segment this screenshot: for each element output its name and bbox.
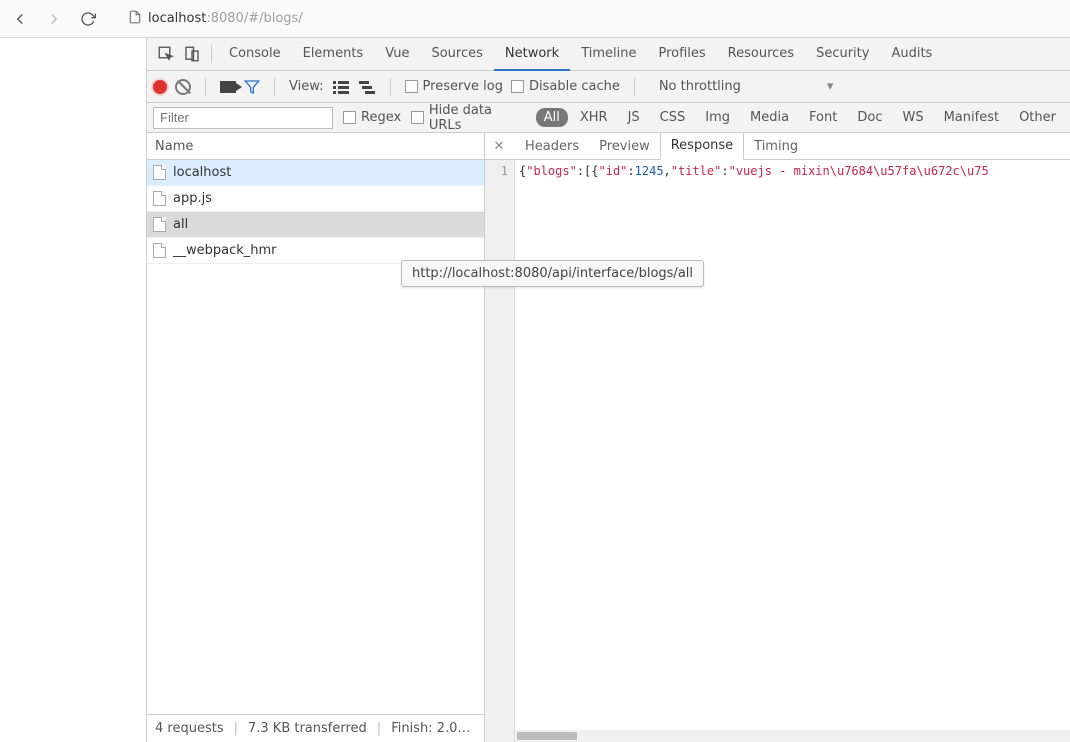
filter-type-media[interactable]: Media xyxy=(742,108,797,127)
request-column-header[interactable]: Name xyxy=(147,133,484,160)
close-icon[interactable]: ✕ xyxy=(489,136,509,156)
divider xyxy=(274,78,275,96)
request-name: all xyxy=(173,217,188,232)
request-name: localhost xyxy=(173,165,231,180)
view-label: View: xyxy=(289,79,324,94)
devtools-tabbar: ConsoleElementsVueSourcesNetworkTimeline… xyxy=(147,38,1070,71)
response-tab-headers[interactable]: Headers xyxy=(515,133,589,160)
filter-type-img[interactable]: Img xyxy=(697,108,738,127)
view-list-icon[interactable] xyxy=(332,80,350,94)
forward-button[interactable] xyxy=(40,5,68,33)
preserve-log-checkbox[interactable]: Preserve log xyxy=(405,79,503,94)
network-body: Name localhost app.js all __webpack_hmr 4 r… xyxy=(147,133,1070,742)
browser-toolbar: localhost :8080 /#/blogs/ xyxy=(0,0,1070,38)
tab-elements[interactable]: Elements xyxy=(292,38,375,71)
tab-security[interactable]: Security xyxy=(805,38,880,71)
request-status-bar: 4 requests | 7.3 KB transferred | Finish… xyxy=(147,714,484,742)
divider xyxy=(211,45,212,63)
response-body: 1 {"blogs":[{"id":1245,"title":"vuejs - … xyxy=(485,160,1070,742)
address-bar[interactable]: localhost :8080 /#/blogs/ xyxy=(128,10,303,28)
filter-type-xhr[interactable]: XHR xyxy=(572,108,616,127)
response-tabbar: ✕ HeadersPreviewResponseTiming xyxy=(485,133,1070,160)
device-icon[interactable] xyxy=(179,41,205,67)
filter-input[interactable] xyxy=(153,107,333,129)
tab-resources[interactable]: Resources xyxy=(717,38,805,71)
inspect-icon[interactable] xyxy=(153,41,179,67)
filter-type-manifest[interactable]: Manifest xyxy=(936,108,1007,127)
hide-data-urls-label: Hide data URLs xyxy=(429,103,526,133)
regex-label: Regex xyxy=(361,110,401,125)
filter-type-doc[interactable]: Doc xyxy=(849,108,890,127)
request-list: localhost app.js all __webpack_hmr xyxy=(147,160,484,714)
tab-audits[interactable]: Audits xyxy=(880,38,943,71)
preserve-log-label: Preserve log xyxy=(423,79,503,94)
status-finish: Finish: 2.0… xyxy=(391,721,470,736)
record-button[interactable] xyxy=(153,80,167,94)
filter-type-ws[interactable]: WS xyxy=(894,108,931,127)
response-tab-timing[interactable]: Timing xyxy=(744,133,808,160)
tab-profiles[interactable]: Profiles xyxy=(647,38,716,71)
divider xyxy=(634,78,635,96)
tab-sources[interactable]: Sources xyxy=(420,38,493,71)
network-toolbar: View: Preserve log Disable cache No thro… xyxy=(147,71,1070,103)
response-tab-preview[interactable]: Preview xyxy=(589,133,660,160)
request-name: app.js xyxy=(173,191,212,206)
line-gutter: 1 xyxy=(485,160,515,742)
url-tooltip: http://localhost:8080/api/interface/blog… xyxy=(401,260,704,287)
capture-screenshot-button[interactable] xyxy=(220,81,236,93)
devtools-panel: ConsoleElementsVueSourcesNetworkTimeline… xyxy=(146,38,1070,742)
status-requests: 4 requests xyxy=(155,721,224,736)
hide-data-urls-checkbox[interactable]: Hide data URLs xyxy=(411,103,526,133)
throttling-select[interactable]: No throttling ▾ xyxy=(649,79,844,94)
back-button[interactable] xyxy=(6,5,34,33)
tab-network[interactable]: Network xyxy=(494,38,570,71)
disable-cache-label: Disable cache xyxy=(529,79,620,94)
filter-type-js[interactable]: JS xyxy=(620,108,648,127)
request-row[interactable]: localhost xyxy=(147,160,484,186)
reload-button[interactable] xyxy=(74,5,102,33)
status-transferred: 7.3 KB transferred xyxy=(248,721,367,736)
regex-checkbox[interactable]: Regex xyxy=(343,110,401,125)
clear-button[interactable] xyxy=(175,79,191,95)
tab-timeline[interactable]: Timeline xyxy=(570,38,647,71)
tab-console[interactable]: Console xyxy=(218,38,292,71)
response-panel: ✕ HeadersPreviewResponseTiming 1 {"blogs… xyxy=(485,133,1070,742)
throttling-label: No throttling xyxy=(659,79,741,94)
horizontal-scrollbar[interactable] xyxy=(515,730,1070,742)
filter-type-font[interactable]: Font xyxy=(801,108,845,127)
divider xyxy=(390,78,391,96)
document-icon xyxy=(153,191,166,206)
document-icon xyxy=(153,243,166,258)
chevron-down-icon: ▾ xyxy=(827,79,834,94)
view-waterfall-icon[interactable] xyxy=(358,80,376,94)
request-row[interactable]: app.js xyxy=(147,186,484,212)
url-port: :8080 xyxy=(206,11,243,26)
response-tab-response[interactable]: Response xyxy=(660,133,744,160)
request-name: __webpack_hmr xyxy=(173,243,277,258)
network-filterbar: Regex Hide data URLs AllXHRJSCSSImgMedia… xyxy=(147,103,1070,133)
request-row[interactable]: all xyxy=(147,212,484,238)
url-host: localhost xyxy=(148,11,206,26)
url-path: /#/blogs/ xyxy=(244,11,303,26)
tab-vue[interactable]: Vue xyxy=(374,38,420,71)
response-code[interactable]: {"blogs":[{"id":1245,"title":"vuejs - mi… xyxy=(515,160,1070,742)
filter-icon[interactable] xyxy=(244,79,260,95)
page-icon xyxy=(128,10,142,28)
document-icon xyxy=(153,217,166,232)
filter-type-other[interactable]: Other xyxy=(1011,108,1064,127)
document-icon xyxy=(153,165,166,180)
filter-type-all[interactable]: All xyxy=(536,108,568,127)
disable-cache-checkbox[interactable]: Disable cache xyxy=(511,79,620,94)
divider xyxy=(205,78,206,96)
filter-type-css[interactable]: CSS xyxy=(652,108,694,127)
request-panel: Name localhost app.js all __webpack_hmr 4 r… xyxy=(147,133,485,742)
